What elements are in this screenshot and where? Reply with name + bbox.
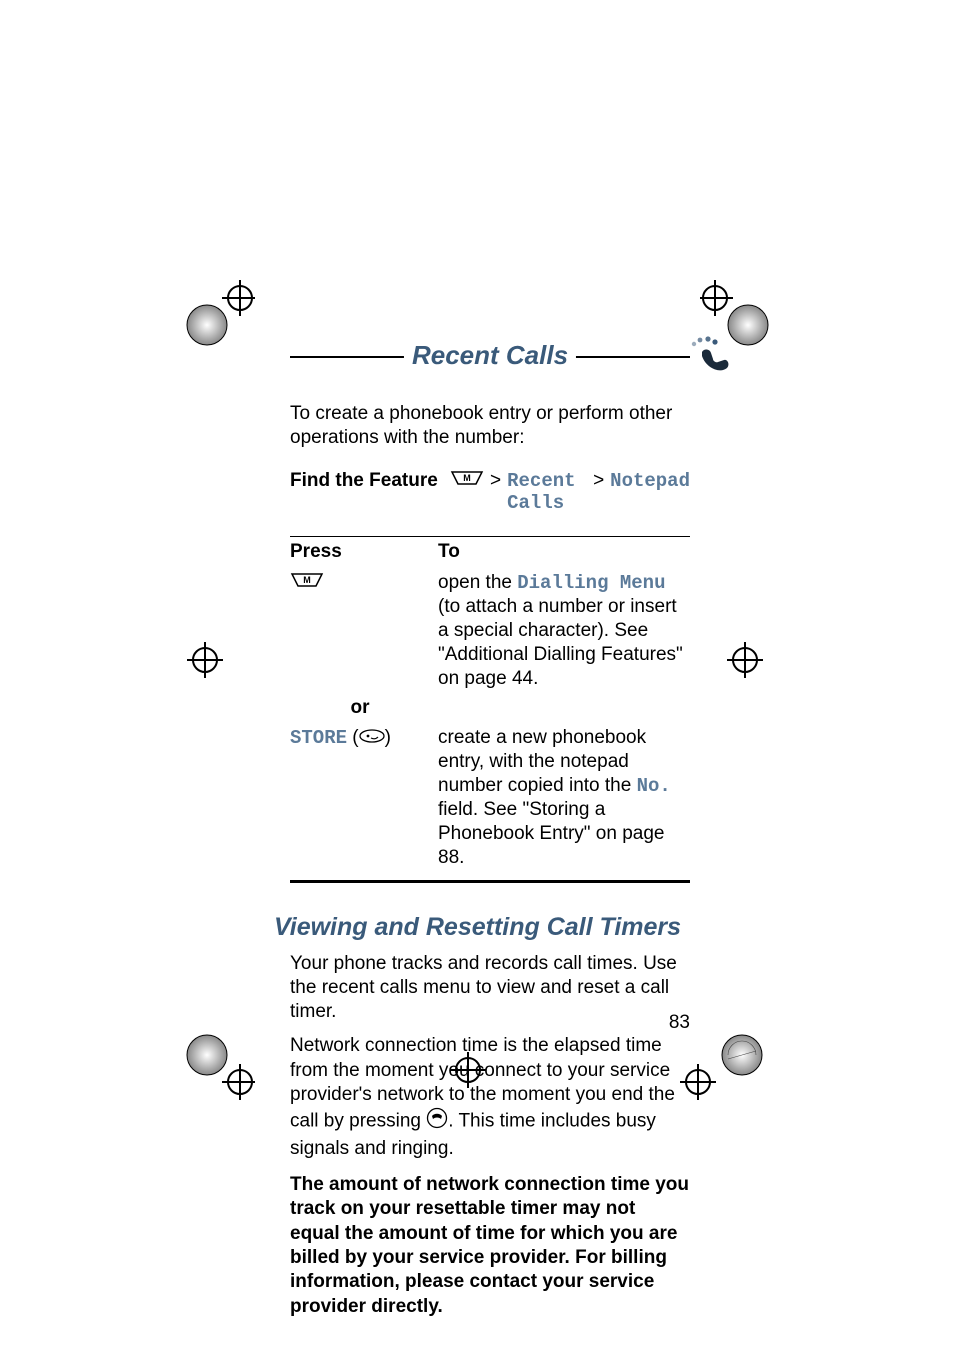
menu-key-icon: M	[290, 571, 324, 595]
or-label: or	[290, 694, 438, 724]
page-number: 83	[669, 1012, 690, 1034]
press-cell: STORE ( )	[290, 724, 438, 881]
to-cell: open the Dialling Menu (to attach a numb…	[438, 569, 690, 695]
end-key-icon	[426, 1107, 448, 1136]
phone-icon	[688, 334, 730, 382]
section-heading: Viewing and Resetting Call Timers	[274, 913, 690, 942]
regmark-mid-right	[725, 640, 765, 680]
table-row: STORE ( ) create a new phonebook entry, …	[290, 724, 690, 881]
path-separator: >	[490, 470, 501, 492]
path-separator: >	[593, 470, 604, 492]
table-or-row: or	[290, 694, 690, 724]
regmark-bot-right	[680, 1030, 770, 1100]
store-label: STORE	[290, 727, 347, 749]
regmark-mid-left	[185, 640, 225, 680]
table-row: M open the Dialling Menu (to attach a nu…	[290, 569, 690, 695]
regmark-bot-left	[185, 1030, 255, 1100]
path-item-2: Notepad	[610, 470, 690, 492]
intro-text: To create a phonebook entry or perform o…	[290, 402, 690, 450]
col-to: To	[438, 536, 690, 569]
find-the-feature: Find the Feature M > Recent Calls > Note…	[290, 470, 690, 514]
regmark-top-left	[185, 280, 255, 350]
menu-key-icon: M	[450, 470, 484, 492]
body-paragraph: Network connection time is the elapsed t…	[290, 1034, 690, 1161]
find-the-feature-path: M > Recent Calls > Notepad	[450, 470, 690, 514]
find-the-feature-label: Find the Feature	[290, 470, 450, 492]
body-paragraph: Your phone tracks and records call times…	[290, 952, 690, 1025]
actions-table: Press To M open the Dialling Menu (to at…	[290, 536, 690, 883]
svg-text:M: M	[303, 575, 311, 585]
page-title: Recent Calls	[404, 340, 576, 371]
col-press: Press	[290, 536, 438, 569]
press-cell: M	[290, 569, 438, 695]
to-cell: create a new phonebook entry, with the n…	[438, 724, 690, 881]
softkey-icon	[359, 726, 385, 750]
page-content: Recent Calls To create a phonebook entry…	[290, 340, 690, 1319]
page-header: Recent Calls	[290, 340, 690, 374]
svg-text:M: M	[463, 473, 471, 483]
body-paragraph-bold: The amount of network connection time yo…	[290, 1173, 690, 1319]
path-item-1: Recent Calls	[507, 470, 587, 514]
